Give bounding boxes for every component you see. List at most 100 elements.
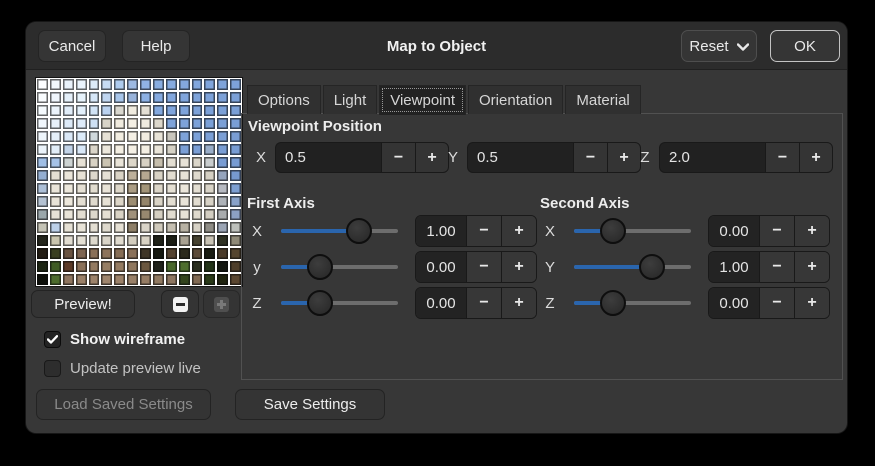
- spinner-minus-button[interactable]: −: [765, 142, 799, 173]
- axis-plus-button[interactable]: +: [794, 288, 829, 318]
- preview-tile: [88, 156, 101, 169]
- axis-spin-group: 0.00−+: [415, 287, 537, 319]
- axis-minus-button[interactable]: −: [466, 252, 501, 282]
- preview-tile: [203, 117, 216, 130]
- axis-plus-button[interactable]: +: [501, 288, 536, 318]
- axis-row-y: Y1.00−+: [540, 249, 840, 285]
- preview-tile: [165, 208, 178, 221]
- preview-tile: [126, 117, 139, 130]
- axis-value-entry[interactable]: 0.00: [416, 252, 466, 282]
- preview-tile: [152, 195, 165, 208]
- preview-tile: [191, 104, 204, 117]
- slider-thumb[interactable]: [307, 254, 333, 280]
- preview-tile: [75, 104, 88, 117]
- spinner-plus-button[interactable]: +: [607, 142, 641, 173]
- show-wireframe-checkbox[interactable]: [44, 331, 61, 348]
- axis-slider-x[interactable]: [574, 216, 691, 246]
- preview-tile: [100, 91, 113, 104]
- preview-tile: [75, 78, 88, 91]
- preview-tile: [100, 143, 113, 156]
- axis-minus-button[interactable]: −: [759, 216, 794, 246]
- tab-options[interactable]: Options: [247, 85, 321, 114]
- update-preview-checkbox[interactable]: [44, 360, 61, 377]
- preview-tile: [165, 91, 178, 104]
- axis-value-entry[interactable]: 0.00: [709, 288, 759, 318]
- spinner-plus-button[interactable]: +: [799, 142, 833, 173]
- axis-slider-x[interactable]: [281, 216, 398, 246]
- axis-minus-button[interactable]: −: [759, 288, 794, 318]
- reset-button[interactable]: Reset: [681, 30, 757, 62]
- wireframe-preview[interactable]: [36, 78, 242, 286]
- viewpoint-spinner-y: Y0.5−+: [446, 142, 641, 173]
- preview-tile: [49, 260, 62, 273]
- tab-viewpoint[interactable]: Viewpoint: [379, 85, 466, 115]
- preview-tile: [191, 78, 204, 91]
- tab-material[interactable]: Material: [565, 85, 640, 114]
- preview-button[interactable]: Preview!: [31, 290, 135, 318]
- axis-plus-button[interactable]: +: [501, 252, 536, 282]
- axis-slider-z[interactable]: [574, 288, 691, 318]
- axis-minus-button[interactable]: −: [466, 216, 501, 246]
- preview-tile: [152, 169, 165, 182]
- axis-plus-button[interactable]: +: [501, 216, 536, 246]
- slider-thumb[interactable]: [307, 290, 333, 316]
- preview-tile: [126, 247, 139, 260]
- preview-tile: [203, 208, 216, 221]
- preview-tile: [49, 195, 62, 208]
- spinner-entry-y[interactable]: 0.5: [467, 142, 573, 173]
- zoom-out-button[interactable]: [161, 290, 199, 318]
- load-saved-settings-button[interactable]: Load Saved Settings: [36, 389, 211, 420]
- spinner-minus-button[interactable]: −: [381, 142, 415, 173]
- axis-slider-z[interactable]: [281, 288, 398, 318]
- preview-tile: [126, 156, 139, 169]
- axis-value-entry[interactable]: 1.00: [416, 216, 466, 246]
- preview-tile: [139, 260, 152, 273]
- save-settings-button[interactable]: Save Settings: [235, 389, 385, 420]
- preview-tile: [126, 195, 139, 208]
- axis-value-entry[interactable]: 1.00: [709, 252, 759, 282]
- preview-tile: [165, 143, 178, 156]
- spinner-plus-button[interactable]: +: [415, 142, 449, 173]
- preview-button-label: Preview!: [54, 296, 112, 313]
- axis-plus-button[interactable]: +: [794, 216, 829, 246]
- help-button[interactable]: Help: [122, 30, 190, 62]
- tab-light[interactable]: Light: [323, 85, 378, 114]
- axis-plus-button[interactable]: +: [794, 252, 829, 282]
- tab-orientation[interactable]: Orientation: [468, 85, 563, 114]
- slider-thumb[interactable]: [639, 254, 665, 280]
- preview-tile: [139, 117, 152, 130]
- preview-tile: [113, 234, 126, 247]
- preview-tile: [62, 234, 75, 247]
- tab-bar: OptionsLightViewpointOrientationMaterial: [247, 85, 641, 114]
- axis-minus-button[interactable]: −: [759, 252, 794, 282]
- axis-spin-group: 0.00−+: [708, 287, 830, 319]
- preview-tile: [216, 130, 229, 143]
- preview-tile: [75, 130, 88, 143]
- preview-tile: [178, 143, 191, 156]
- spinner-entry-x[interactable]: 0.5: [275, 142, 381, 173]
- preview-tile: [113, 221, 126, 234]
- axis-slider-y[interactable]: [281, 252, 398, 282]
- axis-slider-y[interactable]: [574, 252, 691, 282]
- preview-tile: [216, 169, 229, 182]
- axis-value-entry[interactable]: 0.00: [416, 288, 466, 318]
- spinner-minus-button[interactable]: −: [573, 142, 607, 173]
- slider-thumb[interactable]: [600, 218, 626, 244]
- preview-tile: [88, 143, 101, 156]
- axis-value-entry[interactable]: 0.00: [709, 216, 759, 246]
- slider-thumb[interactable]: [346, 218, 372, 244]
- preview-tile: [49, 156, 62, 169]
- preview-tile: [49, 104, 62, 117]
- spinner-entry-z[interactable]: 2.0: [659, 142, 765, 173]
- preview-tile: [229, 91, 242, 104]
- preview-tile: [178, 130, 191, 143]
- slider-thumb[interactable]: [600, 290, 626, 316]
- ok-button[interactable]: OK: [770, 30, 840, 62]
- preview-tile: [191, 234, 204, 247]
- preview-tile: [178, 117, 191, 130]
- cancel-button[interactable]: Cancel: [38, 30, 106, 62]
- zoom-in-button[interactable]: [203, 290, 240, 318]
- axis-minus-button[interactable]: −: [466, 288, 501, 318]
- preview-tile: [126, 130, 139, 143]
- preview-tile: [139, 208, 152, 221]
